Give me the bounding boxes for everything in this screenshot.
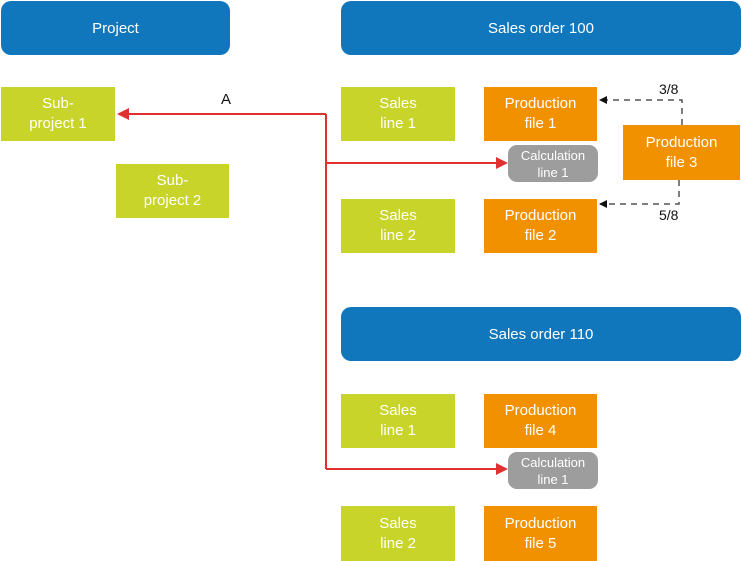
production-file-5[interactable]: Production file 5 (484, 506, 597, 561)
project-header[interactable]: Project (1, 1, 230, 55)
subproject-2[interactable]: Sub- project 2 (116, 164, 229, 218)
production-file-4[interactable]: Production file 4 (484, 394, 597, 448)
split-link-3-8 (599, 96, 683, 125)
subproject-1[interactable]: Sub- project 1 (1, 87, 115, 141)
production-file-2[interactable]: Production file 2 (484, 199, 597, 253)
sales-order-110-header[interactable]: Sales order 110 (341, 307, 741, 361)
order-110-sales-line-2[interactable]: Sales line 2 (341, 506, 455, 561)
production-file-1[interactable]: Production file 1 (484, 87, 597, 141)
production-file-3[interactable]: Production file 3 (623, 125, 740, 180)
split-label-3-8: 3/8 (659, 81, 679, 97)
split-label-5-8: 5/8 (659, 207, 679, 223)
link-label-a: A (221, 91, 232, 108)
order-100-sales-line-1[interactable]: Sales line 1 (341, 87, 455, 141)
sales-order-100-header[interactable]: Sales order 100 (341, 1, 741, 55)
order-110-sales-line-1[interactable]: Sales line 1 (341, 394, 455, 448)
split-link-5-8 (599, 180, 680, 208)
order-100-calculation-line-1[interactable]: Calculation line 1 (508, 145, 598, 182)
connectors (117, 96, 683, 475)
order-110-calculation-line-1[interactable]: Calculation line 1 (508, 452, 598, 489)
order-100-sales-line-2[interactable]: Sales line 2 (341, 199, 455, 253)
